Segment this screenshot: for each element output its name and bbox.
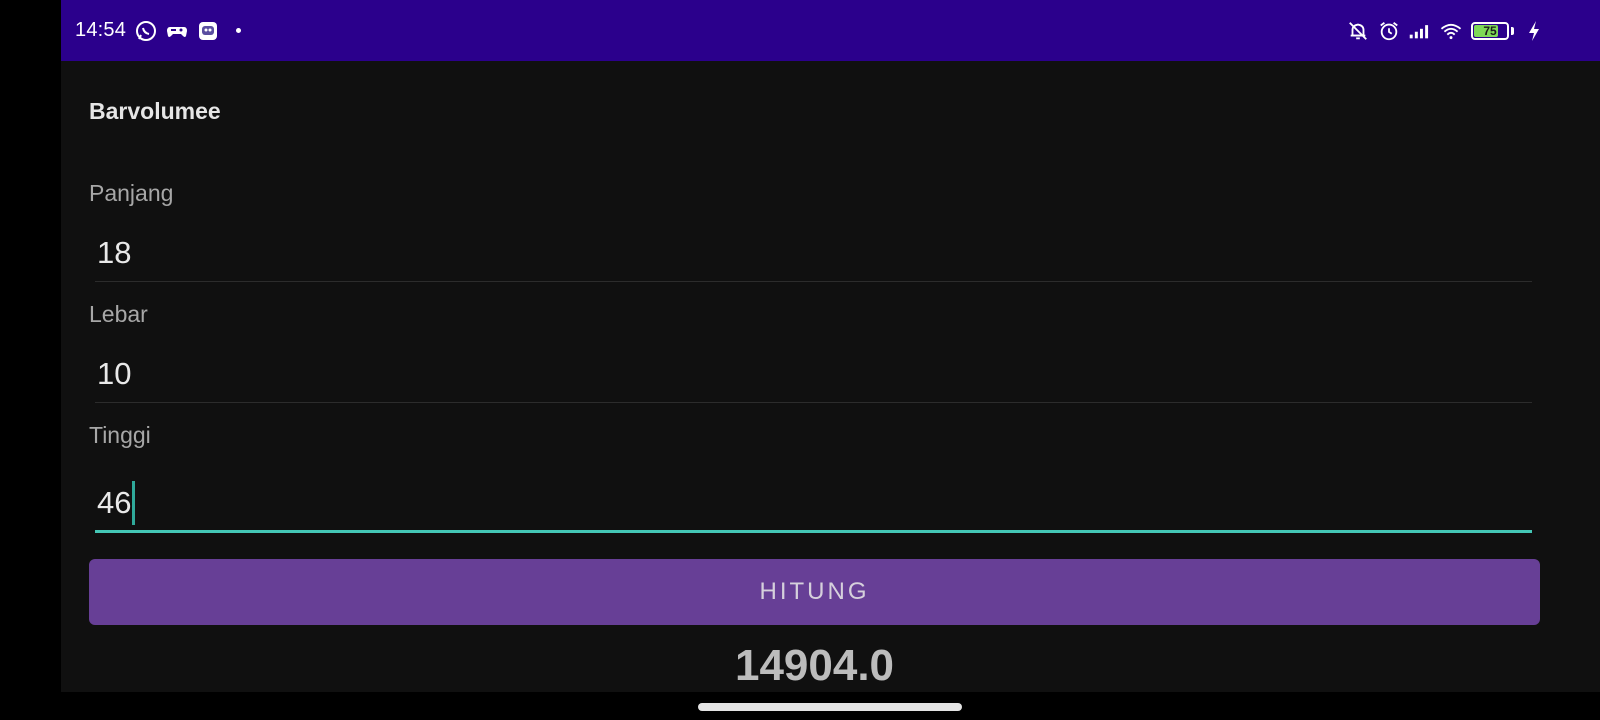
bell-off-icon bbox=[1347, 20, 1369, 42]
alarm-icon bbox=[1378, 20, 1400, 42]
navigation-bar bbox=[61, 692, 1600, 720]
lebar-value: 10 bbox=[97, 355, 132, 391]
text-caret bbox=[132, 480, 136, 525]
battery-level: 75 bbox=[1483, 23, 1497, 38]
tinggi-input[interactable]: 46 bbox=[95, 475, 1532, 533]
whatsapp-icon bbox=[135, 20, 157, 42]
panjang-label: Panjang bbox=[89, 180, 174, 206]
panjang-input[interactable]: 18 bbox=[95, 224, 1532, 282]
lebar-input[interactable]: 10 bbox=[95, 345, 1532, 403]
status-bar: 14:54 75 bbox=[61, 0, 1600, 61]
panjang-value: 18 bbox=[97, 234, 132, 270]
game-controller-icon bbox=[166, 20, 188, 42]
battery-icon: 75 bbox=[1471, 21, 1509, 40]
battery-cap bbox=[1511, 26, 1514, 35]
notification-dot bbox=[236, 28, 242, 33]
robot-app-icon bbox=[197, 20, 219, 42]
lebar-label: Lebar bbox=[89, 301, 148, 327]
home-gesture-handle[interactable] bbox=[698, 703, 962, 711]
tinggi-value: 46 bbox=[97, 484, 132, 520]
signal-icon bbox=[1409, 20, 1431, 42]
status-time: 14:54 bbox=[75, 19, 127, 41]
result-value: 14904.0 bbox=[734, 641, 895, 690]
hitung-button[interactable]: HITUNG bbox=[89, 559, 1540, 625]
tinggi-label: Tinggi bbox=[89, 422, 151, 448]
app-screen: 14:54 75 Barvolumee Panjang 18 Lebar 10 … bbox=[61, 0, 1600, 720]
charging-bolt-icon bbox=[1523, 20, 1545, 42]
app-title: Barvolumee bbox=[89, 98, 221, 124]
wifi-icon bbox=[1440, 20, 1462, 42]
